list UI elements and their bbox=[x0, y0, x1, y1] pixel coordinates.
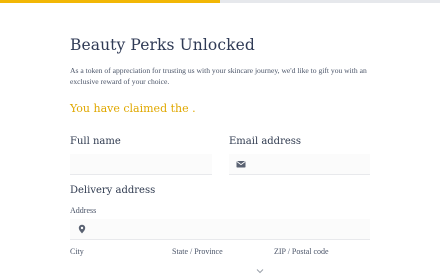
address-input[interactable] bbox=[70, 221, 370, 242]
city-label: City bbox=[70, 247, 84, 256]
chevron-down-icon[interactable] bbox=[256, 268, 264, 274]
address-label: Address bbox=[70, 206, 97, 215]
page-title: Beauty Perks Unlocked bbox=[70, 36, 255, 54]
full-name-input[interactable] bbox=[70, 156, 212, 177]
map-pin-icon bbox=[78, 224, 86, 234]
intro-text: As a token of appreciation for trusting … bbox=[70, 66, 367, 86]
delivery-address-heading: Delivery address bbox=[70, 185, 156, 196]
full-name-label: Full name bbox=[70, 136, 121, 147]
zip-postal-code-label: ZIP / Postal code bbox=[274, 247, 329, 256]
address-field bbox=[70, 219, 370, 242]
progress-bar-fill bbox=[0, 0, 220, 3]
progress-bar bbox=[0, 0, 440, 3]
envelope-icon bbox=[236, 161, 246, 168]
claimed-message: You have claimed the . bbox=[70, 102, 196, 115]
email-input[interactable] bbox=[229, 156, 370, 177]
reward-form: Beauty Perks Unlocked As a token of appr… bbox=[70, 36, 370, 115]
email-field bbox=[229, 154, 370, 177]
email-label: Email address bbox=[229, 136, 302, 147]
state-province-label: State / Province bbox=[172, 247, 223, 256]
full-name-field bbox=[70, 154, 212, 177]
